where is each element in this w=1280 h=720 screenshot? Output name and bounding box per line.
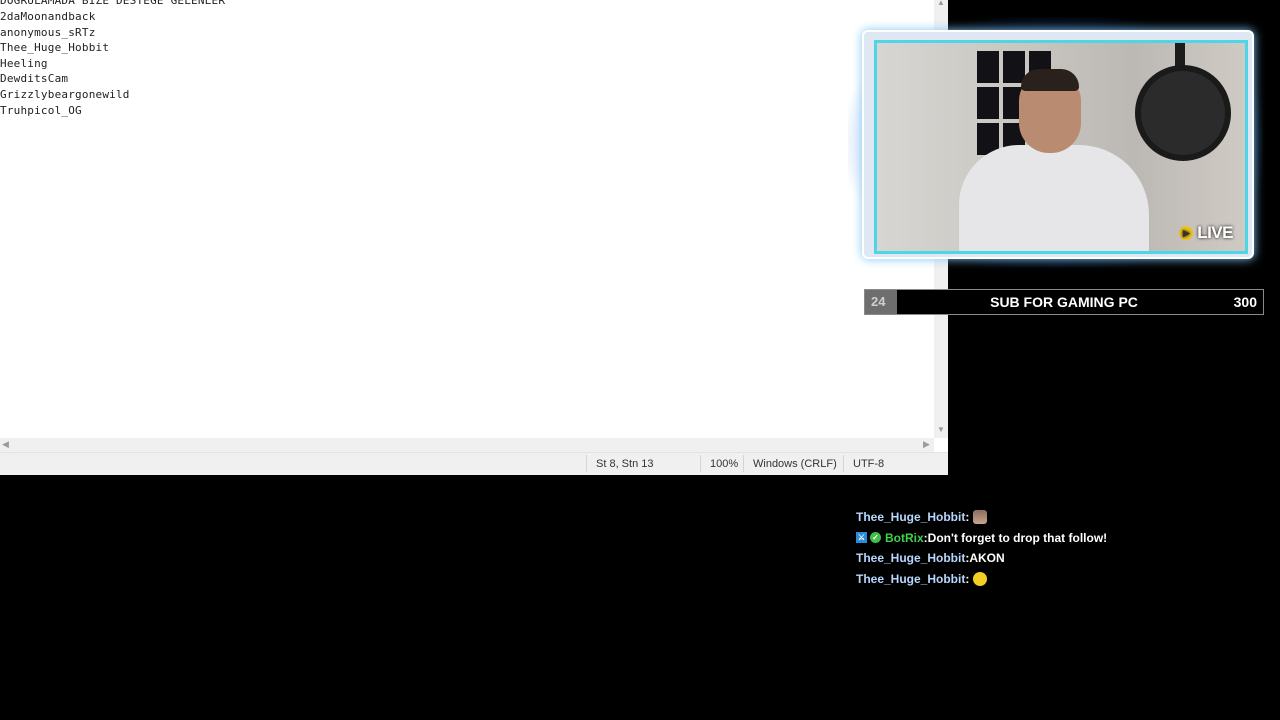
encoding: UTF-8	[853, 458, 885, 470]
scroll-down-icon[interactable]: ▼	[937, 425, 945, 434]
webcam-frame: ▶ LIVE	[862, 30, 1254, 259]
text-line: DOGRULAMADA BIZE DESTEGE GELENLER	[0, 0, 226, 7]
chat-username: BotRix	[885, 530, 924, 545]
notepad-window: DOGRULAMADA BIZE DESTEGE GELENLER 2daMoo…	[0, 0, 948, 475]
sub-goal-bar: 24 SUB FOR GAMING PC 300	[864, 289, 1264, 315]
chat-message: Thee_Huge_Hobbit :	[856, 507, 1276, 528]
face-emote-icon	[973, 510, 988, 525]
chat-message: Thee_Huge_Hobbit :	[856, 569, 1276, 590]
chat-separator: :	[965, 571, 970, 586]
zoom-level: 100%	[710, 458, 739, 470]
live-badge: ▶ LIVE	[1179, 223, 1233, 243]
text-line: Thee_Huge_Hobbit	[0, 41, 110, 54]
horizontal-scrollbar[interactable]: ◀ ▶	[0, 438, 934, 452]
text-line: Truhpicol_OG	[0, 104, 82, 117]
scroll-up-icon[interactable]: ▲	[937, 0, 945, 7]
laugh-emote-icon	[973, 571, 988, 586]
chat-username: Thee_Huge_Hobbit	[856, 510, 966, 525]
text-line: Grizzlybeargonewild	[0, 88, 130, 101]
chat-message: Thee_Huge_Hobbit : AKON	[856, 548, 1276, 569]
scroll-left-icon[interactable]: ◀	[2, 439, 9, 450]
text-line: DewditsCam	[0, 72, 69, 85]
goal-target: 300	[1233, 294, 1257, 310]
text-line: anonymous_sRTz	[0, 26, 96, 39]
chat-separator: :	[965, 510, 970, 525]
status-bar: St 8, Stn 13 100% Windows (CRLF) UTF-8	[0, 452, 948, 475]
streamer	[959, 69, 1149, 251]
chat-username: Thee_Huge_Hobbit	[856, 571, 966, 586]
goal-title: SUB FOR GAMING PC	[990, 294, 1138, 310]
chat-text: AKON	[969, 551, 1005, 566]
webcam-feed: ▶ LIVE	[874, 40, 1248, 254]
chat-message: ⚔ ✓ BotRix : Don't forget to drop that f…	[856, 528, 1276, 549]
chat-text: Don't forget to drop that follow!	[927, 530, 1108, 545]
microphone	[1135, 65, 1231, 161]
chat-overlay: Thee_Huge_Hobbit : ⚔ ✓ BotRix : Don't fo…	[856, 507, 1276, 589]
text-line: Heeling	[0, 57, 48, 70]
cursor-position: St 8, Stn 13	[596, 458, 654, 470]
text-editor-area[interactable]: DOGRULAMADA BIZE DESTEGE GELENLER 2daMoo…	[0, 0, 934, 438]
verified-badge-icon: ✓	[870, 532, 881, 544]
play-icon: ▶	[1179, 226, 1194, 240]
moderator-badge-icon: ⚔	[856, 532, 867, 544]
line-ending: Windows (CRLF)	[753, 458, 837, 470]
live-label: LIVE	[1197, 223, 1233, 242]
text-line: 2daMoonandback	[0, 10, 96, 23]
scroll-right-icon[interactable]: ▶	[923, 439, 930, 450]
chat-username: Thee_Huge_Hobbit	[856, 551, 966, 566]
